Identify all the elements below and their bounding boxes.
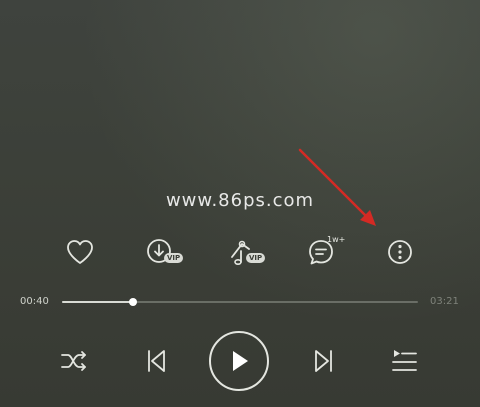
shuffle-icon [61,351,86,371]
action-row: VIP VIP 1w+ [0,232,480,272]
more-vertical-icon [388,240,412,264]
playlist-icon [392,350,417,371]
previous-icon [148,350,165,372]
comments-button[interactable]: 1w+ [299,232,346,272]
download-vip-badge: VIP [164,253,184,263]
elapsed-time: 00:40 [20,296,49,307]
download-button[interactable]: VIP [138,232,184,272]
ringtone-vip-badge: VIP [246,253,266,263]
play-icon [233,351,248,371]
shuffle-button[interactable] [56,346,92,376]
progress-fill [62,301,133,303]
progress-track[interactable] [62,298,418,306]
heart-icon [67,240,93,264]
playlist-button[interactable] [386,346,422,378]
ringtone-button[interactable]: VIP [220,232,266,272]
next-button[interactable] [308,346,340,376]
play-button[interactable] [209,331,269,391]
next-icon [315,350,332,372]
like-button[interactable] [58,232,102,272]
watermark-text: www.86ps.com [165,190,315,211]
comments-count: 1w+ [327,235,346,244]
playback-controls [0,330,480,396]
annotation-arrow [298,148,376,226]
previous-button[interactable] [140,346,172,376]
total-time: 03:21 [430,296,459,307]
progress-bar: 00:40 03:21 [0,290,480,314]
progress-thumb[interactable] [129,298,137,306]
more-button[interactable] [378,232,422,272]
